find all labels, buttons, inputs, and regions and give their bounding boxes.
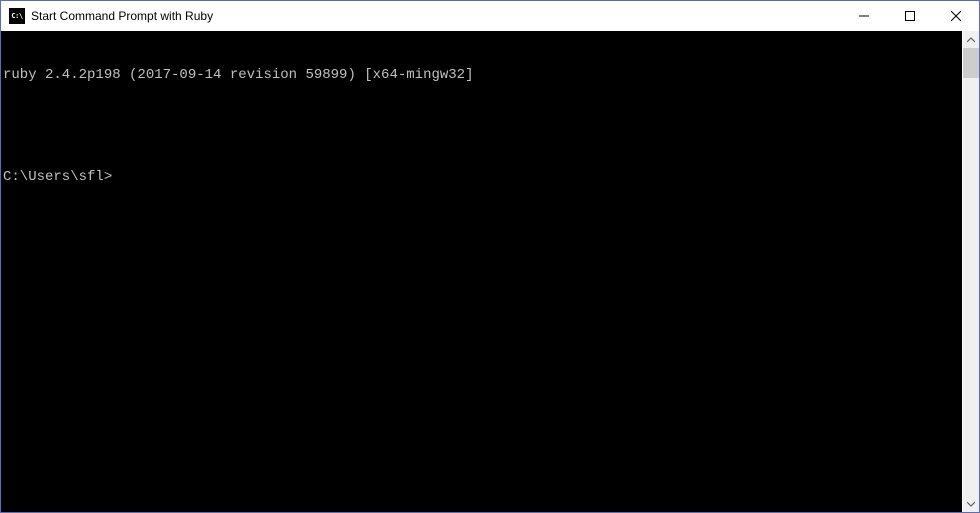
scroll-up-button[interactable] (963, 31, 979, 48)
maximize-icon (905, 11, 915, 21)
content-area: ruby 2.4.2p198 (2017-09-14 revision 5989… (1, 31, 979, 512)
scroll-track[interactable] (963, 48, 979, 495)
minimize-icon (859, 11, 869, 21)
terminal-line (3, 118, 962, 135)
window-title: Start Command Prompt with Ruby (31, 9, 841, 23)
app-icon-text: C:\ (11, 12, 22, 20)
scroll-thumb[interactable] (963, 48, 979, 78)
app-icon: C:\ (9, 8, 25, 24)
titlebar[interactable]: C:\ Start Command Prompt with Ruby (1, 1, 979, 31)
scroll-down-button[interactable] (963, 495, 979, 512)
terminal-output[interactable]: ruby 2.4.2p198 (2017-09-14 revision 5989… (1, 31, 962, 512)
terminal-prompt: C:\Users\sfl> (3, 169, 962, 186)
terminal-line: ruby 2.4.2p198 (2017-09-14 revision 5989… (3, 67, 962, 84)
app-window: C:\ Start Command Prompt with Ruby ruby … (0, 0, 980, 513)
minimize-button[interactable] (841, 1, 887, 31)
vertical-scrollbar[interactable] (962, 31, 979, 512)
maximize-button[interactable] (887, 1, 933, 31)
close-icon (951, 11, 961, 21)
chevron-down-icon (967, 500, 975, 508)
chevron-up-icon (967, 36, 975, 44)
window-controls (841, 1, 979, 31)
close-button[interactable] (933, 1, 979, 31)
